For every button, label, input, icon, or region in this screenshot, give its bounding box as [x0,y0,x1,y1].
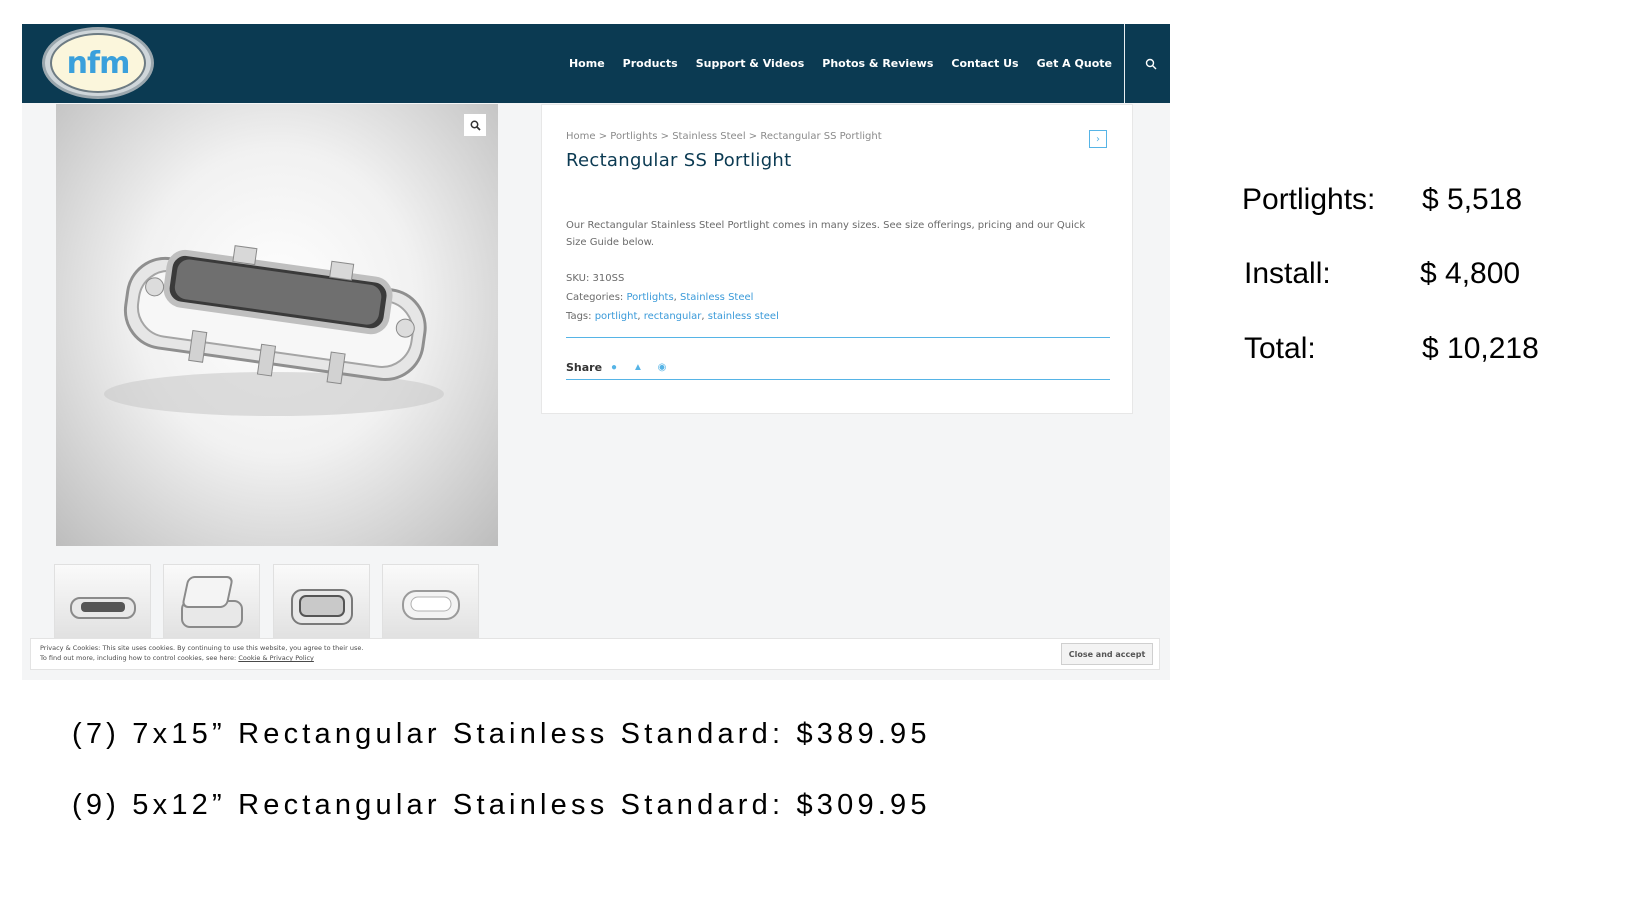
nav-products[interactable]: Products [623,57,678,70]
cookie-line-2-text: To find out more, including how to contr… [40,654,237,662]
site-logo[interactable]: nfm [42,27,154,99]
site-header: nfm Home Products Support & Videos Photo… [22,24,1170,103]
product-thumbnail-4[interactable] [382,564,479,648]
portlight-illustration [104,245,444,416]
product-summary-panel: Home > Portlights > Stainless Steel > Re… [541,104,1133,414]
nav-divider [1124,24,1125,103]
product-main-image[interactable] [56,104,498,546]
nav-get-a-quote[interactable]: Get A Quote [1037,57,1112,70]
category-link-portlights[interactable]: Portlights [626,292,673,303]
product-tags: Tags: portlight, rectangular, stainless … [566,311,779,322]
close-and-accept-button[interactable]: Close and accept [1061,643,1153,665]
thumbnail-image [180,576,243,628]
twitter-icon[interactable]: ▲ [632,361,644,373]
nav-photos-reviews[interactable]: Photos & Reviews [822,57,933,70]
line-item-5x12: (9) 5x12” Rectangular Stainless Standard… [72,789,931,821]
tag-link-stainless-steel[interactable]: stainless steel [708,311,779,322]
sku-value: 310SS [592,273,625,284]
tag-link-rectangular[interactable]: rectangular [644,311,702,322]
thumbnail-image [69,597,136,619]
facebook-icon[interactable]: ● [608,361,620,373]
tags-label: Tags: [566,311,592,322]
share-divider-top [566,337,1110,338]
pinterest-icon[interactable]: ◉ [656,361,668,373]
product-thumbnail-3[interactable] [273,564,370,648]
category-link-stainless-steel[interactable]: Stainless Steel [680,292,753,303]
product-title: Rectangular SS Portlight [566,150,792,171]
cookie-banner: Privacy & Cookies: This site uses cookie… [30,638,1160,670]
search-icon [1145,58,1157,69]
portlights-cost-label: Portlights: [1242,183,1376,216]
install-cost-value: $ 4,800 [1420,257,1521,290]
logo-text: nfm [50,33,146,93]
nav-contact-us[interactable]: Contact Us [951,57,1018,70]
main-nav: Home Products Support & Videos Photos & … [569,24,1112,103]
sku-label: SKU: [566,273,590,284]
cookie-text: Privacy & Cookies: This site uses cookie… [40,643,363,663]
breadcrumb[interactable]: Home > Portlights > Stainless Steel > Re… [566,131,882,142]
categories-label: Categories: [566,292,624,303]
total-cost-value: $ 10,218 [1422,332,1539,365]
product-thumbnail-2[interactable] [163,564,260,648]
nav-home[interactable]: Home [569,57,605,70]
share-divider-bottom [566,379,1110,380]
next-product-button[interactable]: › [1089,130,1107,148]
chevron-right-icon: › [1096,133,1100,145]
search-button[interactable] [1132,24,1170,103]
install-cost-label: Install: [1244,257,1331,290]
portlights-cost-value: $ 5,518 [1422,183,1523,216]
product-categories: Categories: Portlights, Stainless Steel [566,292,754,303]
line-item-7x15: (7) 7x15” Rectangular Stainless Standard… [72,718,931,750]
website-screenshot: nfm Home Products Support & Videos Photo… [22,24,1170,680]
cookie-line-2: To find out more, including how to contr… [40,653,363,663]
share-label: Share [566,361,603,374]
zoom-button[interactable] [464,114,486,136]
thumbnail-image [290,589,353,625]
product-sku: SKU: 310SS [566,273,624,284]
tag-link-portlight[interactable]: portlight [595,311,638,322]
nav-support-videos[interactable]: Support & Videos [696,57,805,70]
thumbnail-image [401,590,460,620]
cookie-line-1: Privacy & Cookies: This site uses cookie… [40,644,364,652]
total-cost-label: Total: [1244,332,1316,365]
product-thumbnail-1[interactable] [54,564,151,648]
cookie-policy-link[interactable]: Cookie & Privacy Policy [238,654,314,662]
magnifier-icon [470,120,481,131]
product-description: Our Rectangular Stainless Steel Portligh… [566,220,1086,248]
